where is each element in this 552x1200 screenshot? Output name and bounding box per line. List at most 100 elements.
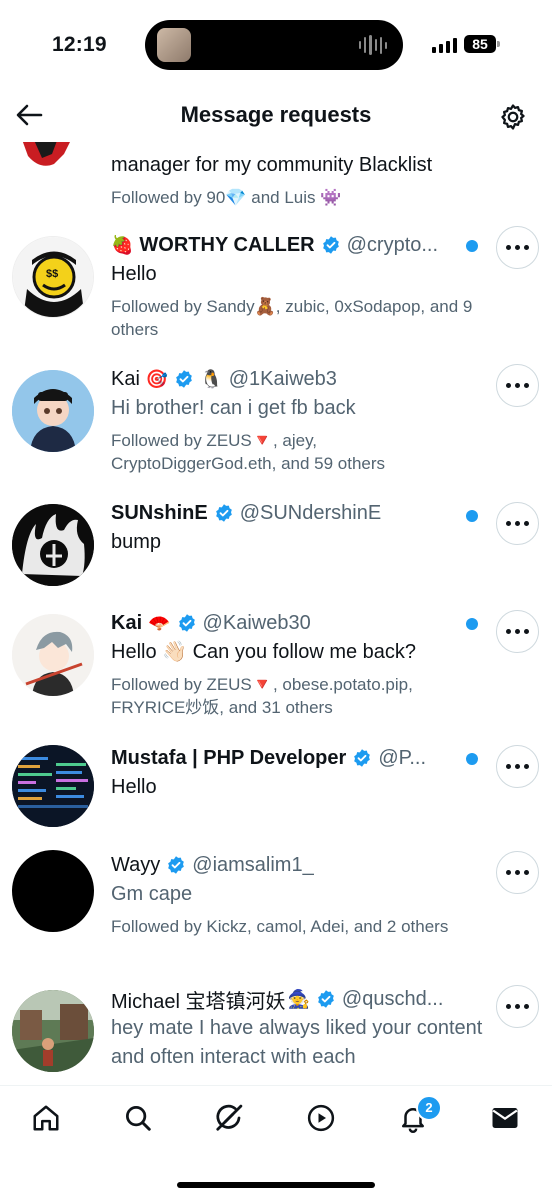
mail-icon — [492, 1108, 518, 1128]
avatar — [12, 745, 94, 827]
affiliate-badge: 🐧 — [200, 368, 223, 389]
home-icon — [33, 1105, 59, 1131]
message-preview: manager for my community Blacklist — [111, 154, 433, 176]
verified-icon — [178, 614, 195, 632]
name-prefix-emoji: 🍓 — [111, 234, 134, 255]
avatar: $$ — [12, 236, 94, 318]
request-content: Kai 🪭 @Kaiweb30 Hello 👋🏻 Can you follow … — [111, 608, 486, 719]
name-row: Kai 🪭 @Kaiweb30 — [111, 608, 486, 638]
name-emoji: 🎯 — [145, 368, 169, 389]
message-preview: Hi brother! can i get fb back — [111, 397, 356, 419]
more-icon — [504, 245, 531, 250]
avatar — [12, 370, 94, 452]
unread-dot — [466, 240, 478, 252]
battery-cap — [497, 41, 500, 47]
list-item[interactable]: manager for my community Blacklist Follo… — [0, 142, 552, 226]
status-time: 12:19 — [52, 33, 107, 56]
more-icon — [504, 870, 531, 875]
list-item[interactable]: Kai 🎯 🐧 @1Kaiweb3 Hi brother! can i get … — [0, 364, 552, 498]
message-preview: Gm cape — [111, 883, 193, 905]
followed-by: Followed by ZEUS🔻, obese.potato.pip, FRY… — [111, 675, 413, 717]
list-item[interactable]: SUNshinE @SUNdershinE bump — [0, 498, 552, 602]
verified-icon — [168, 856, 185, 874]
more-button[interactable] — [496, 502, 539, 545]
unread-dot — [466, 618, 478, 630]
more-icon — [504, 521, 531, 526]
more-button[interactable] — [496, 610, 539, 653]
name-emoji: 🧙 — [287, 988, 310, 1009]
nav-grok[interactable] — [211, 1100, 247, 1136]
request-content: Kai 🎯 🐧 @1Kaiweb3 Hi brother! can i get … — [111, 364, 486, 475]
home-indicator — [177, 1182, 375, 1188]
name-row: Kai 🎯 🐧 @1Kaiweb3 — [111, 364, 486, 394]
more-button[interactable] — [496, 985, 539, 1028]
name-row: SUNshinE @SUNdershinE — [111, 498, 486, 528]
message-preview: bump — [111, 531, 162, 553]
verified-icon — [176, 370, 193, 388]
message-preview: Hello — [111, 776, 157, 798]
message-request-list: manager for my community Blacklist Follo… — [0, 142, 552, 1085]
more-button[interactable] — [496, 364, 539, 407]
now-playing-thumbnail — [157, 28, 191, 62]
status-bar: 12:19 85 — [0, 0, 552, 90]
verified-icon — [318, 990, 334, 1008]
list-item[interactable]: Kai 🪭 @Kaiweb30 Hello 👋🏻 Can you follow … — [0, 608, 552, 738]
settings-button[interactable] — [494, 98, 532, 136]
followed-by: Followed by Kickz, camol, Adei, and 2 ot… — [111, 917, 449, 936]
avatar — [12, 614, 94, 696]
svg-text:$$: $$ — [46, 268, 58, 280]
display-name: WORTHY CALLER — [139, 233, 315, 256]
request-content: manager for my community Blacklist Follo… — [111, 151, 486, 209]
unread-dot — [466, 753, 478, 765]
video-icon — [307, 1104, 335, 1132]
list-item[interactable]: Michael 宝塔镇河妖 🧙 @quschd... hey mate I ha… — [0, 984, 552, 1085]
followed-by: Followed by Sandy🧸, zubic, 0xSodapop, an… — [111, 297, 473, 339]
notification-badge: 2 — [416, 1095, 442, 1121]
name-emoji: 🪭 — [148, 612, 171, 633]
display-name: Mustafa | PHP Developer — [111, 746, 347, 769]
more-icon — [504, 629, 531, 634]
request-content: Mustafa | PHP Developer @P... Hello — [111, 743, 486, 802]
more-button[interactable] — [496, 745, 539, 788]
top-bar: Message requests — [0, 90, 552, 142]
avatar — [12, 504, 94, 586]
avatar — [12, 990, 94, 1072]
verified-icon — [322, 236, 339, 254]
battery-indicator: 85 — [464, 35, 496, 53]
request-content: Michael 宝塔镇河妖 🧙 @quschd... hey mate I ha… — [111, 984, 486, 1072]
display-name: Kai — [111, 367, 140, 390]
handle: @P... — [378, 746, 427, 769]
dynamic-island — [145, 20, 403, 70]
followed-by: Followed by ZEUS🔻, ajey, CryptoDiggerGod… — [111, 431, 386, 473]
avatar — [12, 142, 94, 194]
avatar — [12, 850, 94, 932]
more-button[interactable] — [496, 226, 539, 269]
request-content: Wayy @iamsalim1_ Gm cape Followed by Kic… — [111, 850, 486, 938]
request-content: 🍓 WORTHY CALLER @crypto... Hello Followe… — [111, 230, 486, 341]
verified-icon — [215, 504, 232, 522]
nav-messages[interactable] — [487, 1100, 523, 1136]
list-item[interactable]: $$ 🍓 WORTHY CALLER @crypto... Hello Foll… — [0, 226, 552, 364]
page-title: Message requests — [180, 102, 372, 127]
name-row: Wayy @iamsalim1_ — [111, 850, 486, 880]
nav-search[interactable] — [120, 1100, 156, 1136]
nav-video[interactable] — [303, 1100, 339, 1136]
display-name: Kai — [111, 611, 143, 634]
more-icon — [504, 383, 531, 388]
request-content: SUNshinE @SUNdershinE bump — [111, 498, 486, 557]
list-item[interactable]: Mustafa | PHP Developer @P... Hello — [0, 743, 552, 847]
nav-home[interactable] — [28, 1100, 64, 1136]
grok-icon — [216, 1104, 243, 1131]
message-preview: Hello — [111, 263, 157, 285]
more-button[interactable] — [496, 851, 539, 894]
display-name: Michael 宝塔镇河妖 — [111, 990, 286, 1013]
display-name: Wayy — [111, 853, 161, 876]
name-row: 🍓 WORTHY CALLER @crypto... — [111, 230, 486, 260]
bottom-nav: 2 — [0, 1085, 552, 1200]
handle: @quschd... — [341, 987, 444, 1010]
list-item[interactable]: Wayy @iamsalim1_ Gm cape Followed by Kic… — [0, 850, 552, 980]
audio-wave-icon — [359, 35, 388, 55]
more-icon — [504, 764, 531, 769]
unread-dot — [466, 510, 478, 522]
handle: @iamsalim1_ — [192, 853, 314, 876]
